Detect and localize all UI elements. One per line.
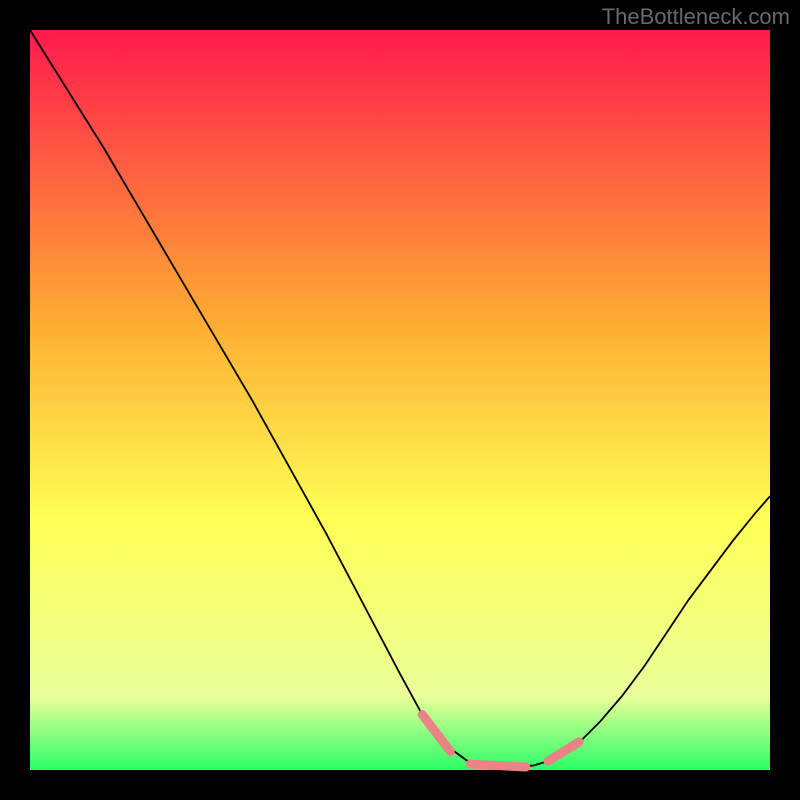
watermark-text: TheBottleneck.com (602, 4, 790, 30)
highlight-dash (470, 764, 526, 767)
bottleneck-chart (0, 0, 800, 800)
chart-background (30, 30, 770, 770)
